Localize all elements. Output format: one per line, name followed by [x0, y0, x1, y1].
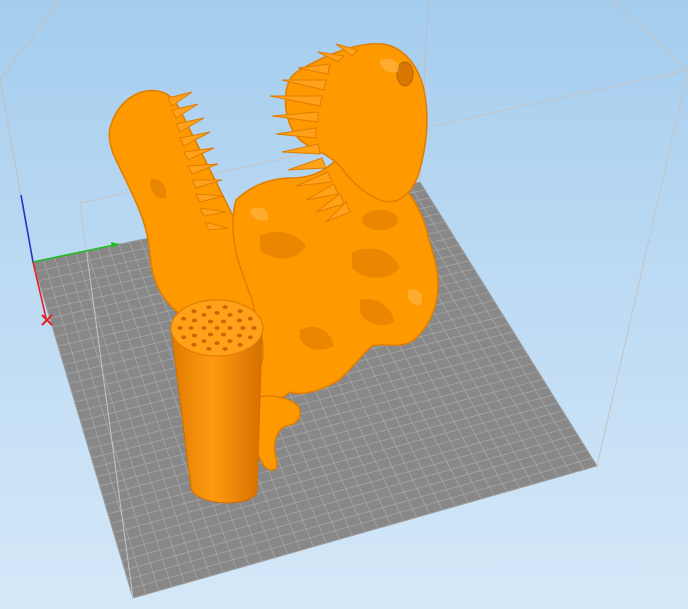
cylinder-hole	[220, 319, 227, 324]
skull-eye-socket	[396, 61, 414, 87]
scene-canvas[interactable]	[0, 0, 688, 609]
cylinder-hole	[207, 319, 214, 324]
cylinder-hole	[191, 342, 197, 347]
cylinder-hole	[214, 326, 220, 330]
cylinder-hole	[227, 339, 233, 343]
cylinder-hole	[177, 326, 183, 330]
cylinder-hole	[188, 326, 194, 330]
cylinder-hole	[240, 326, 246, 330]
cylinder-hole	[237, 309, 243, 314]
cylinder-hole	[220, 332, 227, 337]
cylinder-hole	[191, 333, 198, 338]
cylinder-hole	[214, 341, 220, 345]
cylinder-hole	[236, 318, 243, 323]
cylinder-hole	[227, 326, 233, 330]
cylinder-hole	[247, 335, 253, 340]
cylinder-hole	[247, 316, 253, 321]
cylinder-hole	[222, 305, 228, 309]
cylinder-hole	[207, 332, 214, 337]
cylinder-hole	[237, 342, 243, 347]
cylinder-hole	[191, 318, 198, 323]
cylinder-hole	[181, 316, 187, 321]
cylinder-hole	[201, 339, 207, 343]
cylinder-hole	[227, 313, 233, 317]
cylinder-hole	[201, 313, 207, 317]
cylinder-hole	[222, 347, 228, 351]
cylinder-hole	[251, 326, 257, 330]
z-axis-line	[20, 194, 34, 263]
cylinder-hole	[214, 311, 220, 315]
cylinder-hole	[236, 333, 243, 338]
cylinder-hole	[206, 305, 212, 309]
3d-viewport[interactable]	[0, 0, 688, 609]
cylinder-hole	[191, 309, 197, 314]
cylinder-hole	[201, 326, 207, 330]
cylinder-hole	[206, 347, 212, 351]
cylinder-hole	[181, 335, 187, 340]
